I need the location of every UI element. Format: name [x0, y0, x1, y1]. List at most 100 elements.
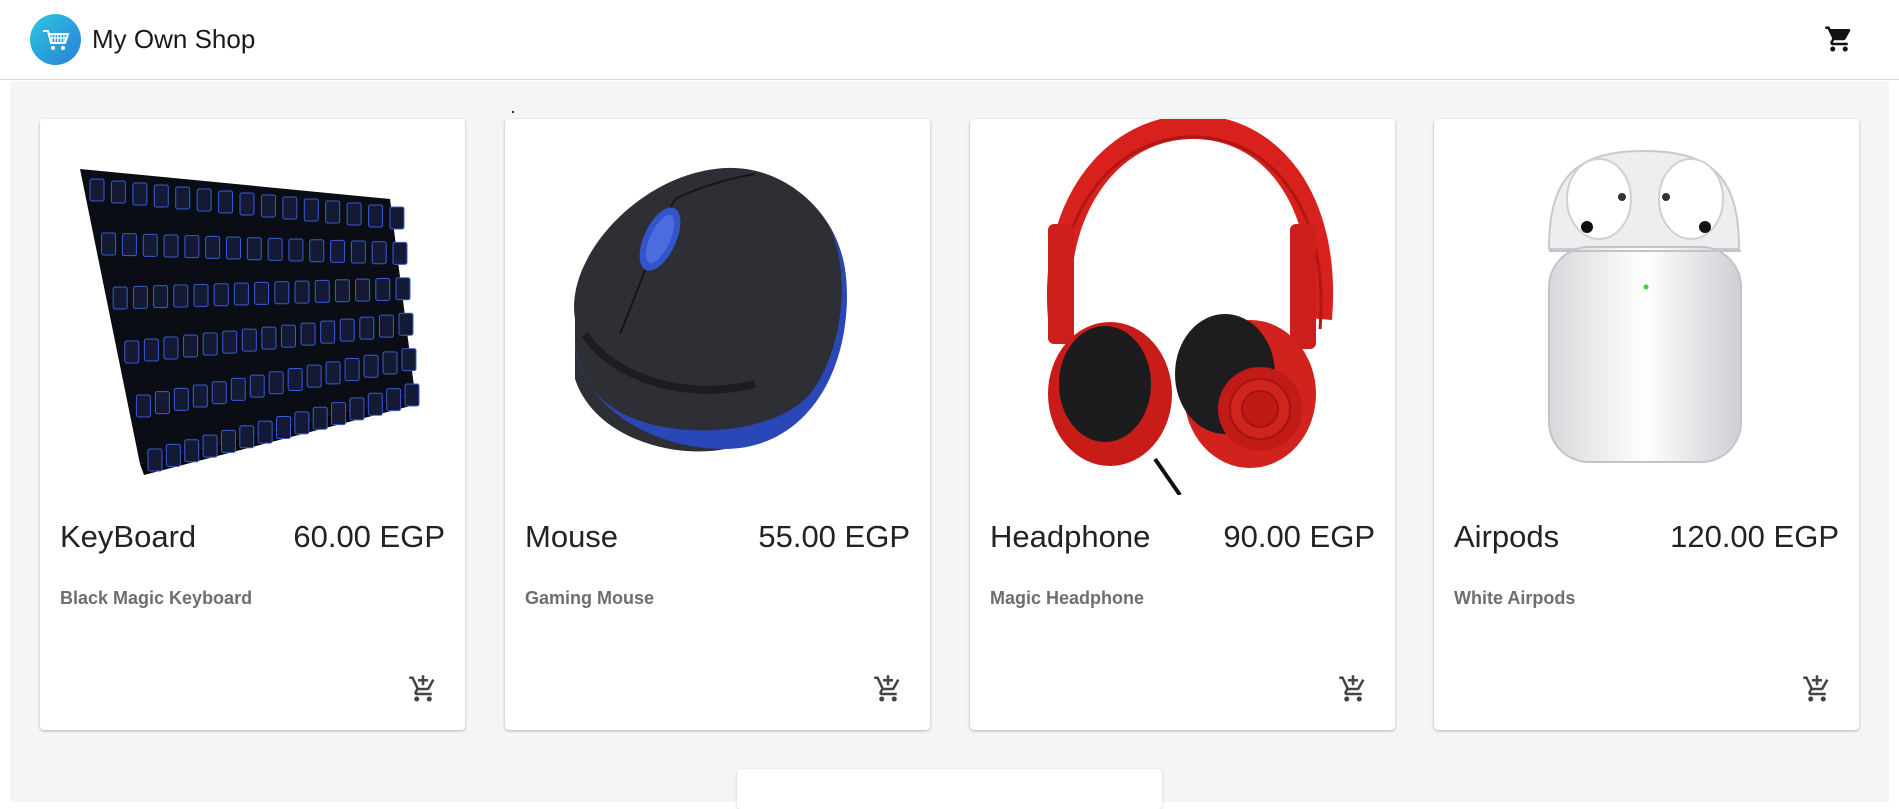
product-name: KeyBoard [60, 519, 197, 554]
keyboard-key [309, 239, 325, 263]
keyboard-key [142, 233, 158, 257]
keyboard-key [246, 237, 262, 261]
keyboard-key [257, 420, 273, 444]
keyboard-key [401, 348, 417, 372]
keyboard-key [288, 238, 304, 262]
keyboard-key [303, 198, 319, 222]
product-description: White Airpods [1454, 588, 1576, 608]
keyboard-key [153, 184, 169, 208]
keyboard-key [325, 361, 341, 385]
partial-card [737, 769, 1162, 809]
keyboard-image [60, 119, 445, 495]
keyboard-key [398, 312, 414, 336]
add-to-cart-icon [874, 675, 900, 702]
product-description: Magic Headphone [990, 588, 1145, 608]
keyboard-key [344, 358, 360, 382]
keyboard-key [249, 374, 265, 398]
keyboard-key [339, 318, 355, 342]
keyboard-key [320, 320, 336, 344]
keyboard-key [314, 279, 330, 303]
add-to-cart-icon [409, 675, 435, 702]
product-price: 90.00 EGP [1223, 519, 1375, 554]
keyboard-key [392, 241, 408, 265]
header-cart-button[interactable] [1822, 22, 1856, 56]
keyboard-key [287, 367, 303, 391]
keyboard-key [192, 384, 208, 408]
keyboard-key [173, 387, 189, 411]
headphone-image [990, 119, 1375, 495]
product-price: 120.00 EGP [1670, 519, 1839, 554]
keyboard-key [334, 279, 350, 303]
keyboard-key [183, 334, 199, 358]
keyboard-key [147, 448, 163, 472]
keyboard-key [225, 236, 241, 260]
keyboard-key [294, 411, 310, 435]
keyboard-key [368, 204, 384, 228]
product-description: Gaming Mouse [525, 588, 655, 608]
keyboard-key [222, 330, 238, 354]
keyboard-key [375, 277, 391, 301]
keyboard-key [386, 388, 402, 412]
keyboard-key [260, 194, 276, 218]
keyboard-key [230, 377, 246, 401]
keyboard-key [371, 241, 387, 265]
keyboard-key [202, 434, 218, 458]
product-card[interactable]: Mouse 55.00 EGP Gaming Mouse [505, 119, 930, 730]
keyboard-key [165, 443, 181, 467]
mouse-image [525, 119, 910, 495]
product-card[interactable]: Airpods 120.00 EGP White Airpods [1434, 119, 1859, 730]
keyboard-key [349, 397, 365, 421]
add-to-cart-button[interactable] [870, 671, 906, 707]
keyboard-key [330, 239, 346, 263]
keyboard-key [184, 439, 200, 463]
keyboard-key [132, 182, 148, 206]
app-bar: My Own Shop [0, 0, 1899, 80]
keyboard-key [355, 278, 371, 302]
keyboard-key [382, 351, 398, 375]
shop-logo[interactable] [30, 14, 81, 65]
keyboard-key [124, 340, 140, 364]
product-name: Mouse [525, 519, 619, 554]
keyboard-key [202, 332, 218, 356]
keyboard-key [404, 383, 420, 407]
keyboard-key [220, 429, 236, 453]
add-to-cart-button[interactable] [405, 671, 441, 707]
product-price: 55.00 EGP [758, 519, 910, 554]
keyboard-key [268, 371, 284, 395]
keyboard-key [233, 282, 249, 306]
product-name: Headphone [990, 519, 1151, 554]
shopping-cart-icon [42, 29, 69, 50]
add-to-cart-icon [1339, 675, 1365, 702]
add-to-cart-button[interactable] [1799, 671, 1835, 707]
keyboard-key [254, 281, 270, 305]
keyboard-key [312, 406, 328, 430]
product-card[interactable]: Headphone 90.00 EGP Magic Headphone [970, 119, 1395, 730]
product-description: Black Magic Keyboard [60, 588, 253, 608]
keyboard-key [276, 416, 291, 439]
keyboard-key [378, 314, 394, 338]
product-name: Airpods [1454, 519, 1560, 554]
keyboard-key [110, 180, 126, 204]
keyboard-key [211, 381, 227, 405]
keyboard-key [346, 202, 362, 226]
keyboard-key [331, 402, 347, 426]
keyboard-key [89, 178, 105, 202]
add-to-cart-icon [1803, 675, 1829, 702]
cart-icon [1825, 26, 1851, 52]
add-to-cart-button[interactable] [1335, 671, 1371, 707]
keyboard-key [132, 285, 148, 309]
keyboard-key [184, 235, 200, 259]
keyboard-key [280, 324, 296, 348]
keyboard-key [350, 240, 366, 264]
keyboard-key [143, 338, 159, 362]
keyboard-key [101, 232, 117, 256]
keyboard-key [274, 281, 290, 305]
keyboard-key [267, 237, 283, 261]
app-title: My Own Shop [92, 24, 256, 54]
product-card[interactable]: KeyBoard 60.00 EGP Black Magic Keyboard [40, 119, 465, 730]
keyboard-key [193, 283, 209, 307]
keyboard-key [367, 392, 383, 416]
keyboard-key [218, 190, 234, 214]
keyboard-key [359, 316, 375, 340]
keyboard-key [363, 354, 379, 378]
